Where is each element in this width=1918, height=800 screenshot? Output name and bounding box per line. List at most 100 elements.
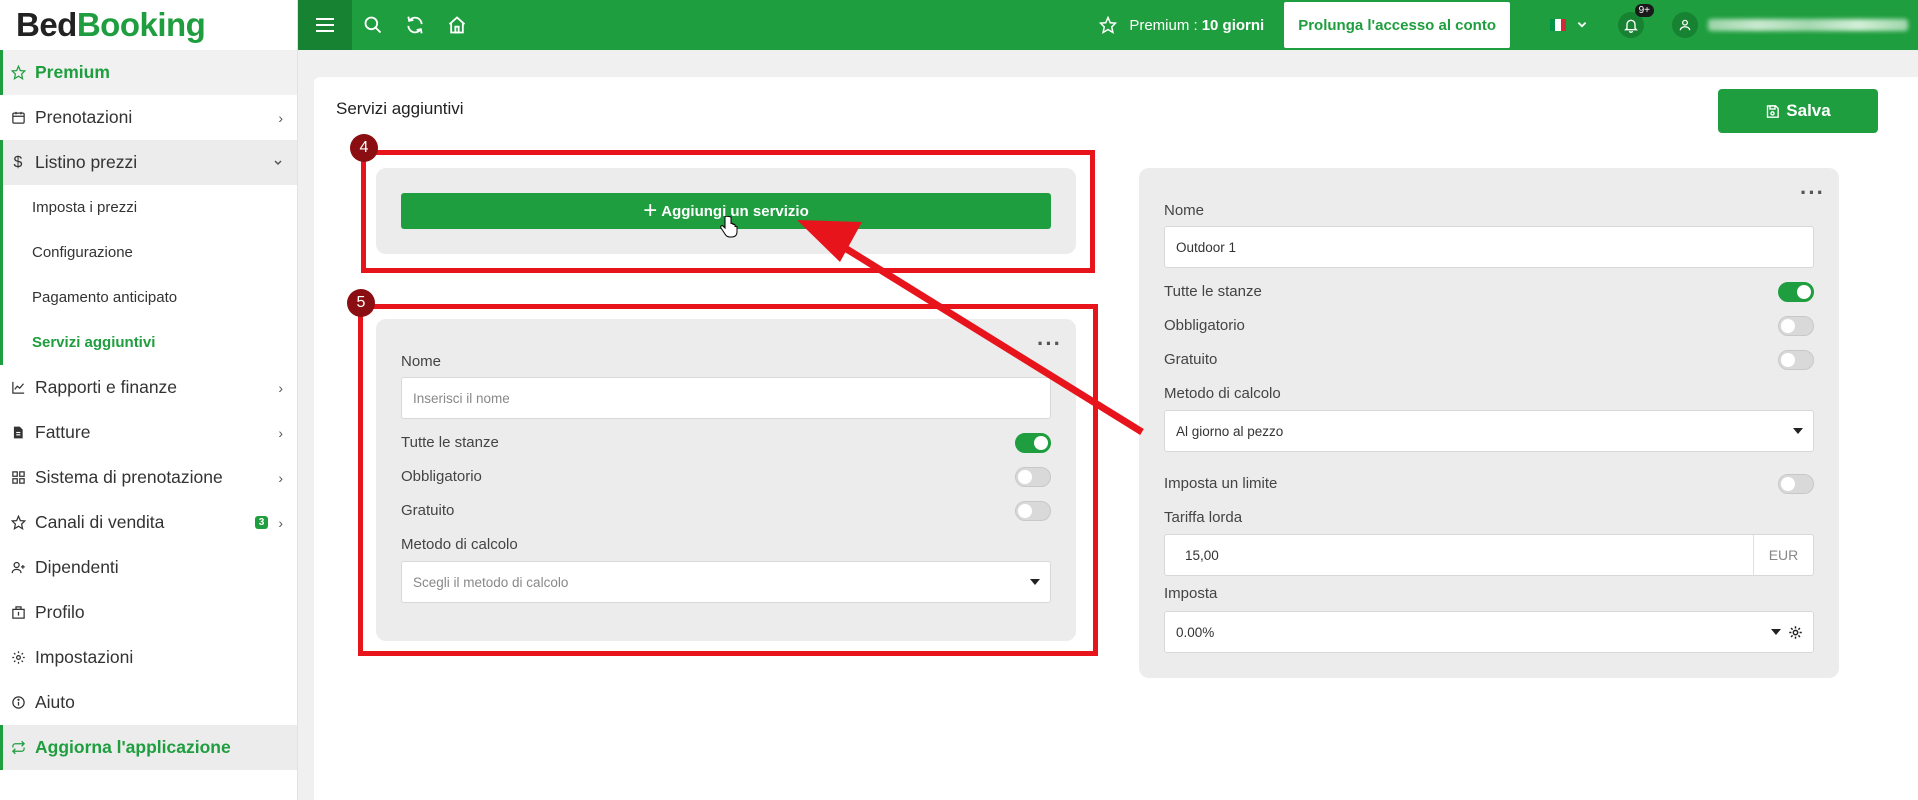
sidebar-item-canali-vendita[interactable]: Canali di vendita 3 ›: [0, 500, 297, 545]
mandatory-label: Obbligatorio: [1164, 317, 1245, 334]
sidebar-item-label: Fatture: [35, 422, 91, 442]
sidebar-item-dipendenti[interactable]: Dipendenti: [0, 545, 297, 590]
caret-down-icon: [1793, 428, 1803, 434]
annotation-badge-step-5: 5: [347, 289, 375, 317]
building-icon: [10, 605, 26, 621]
premium-label: Premium :: [1129, 16, 1198, 34]
language-selector[interactable]: [1550, 19, 1588, 31]
calc-method-select[interactable]: Al giorno al pezzo: [1164, 410, 1814, 452]
limit-label: Imposta un limite: [1164, 475, 1278, 492]
sidebar-item-label: Aggiorna l'applicazione: [35, 737, 231, 757]
notification-count-badge: 9+: [1634, 4, 1654, 17]
invoice-icon: [10, 425, 26, 441]
sidebar-item-label: Sistema di prenotazione: [35, 467, 223, 487]
limit-toggle[interactable]: [1778, 474, 1814, 494]
sidebar: Bed Booking Premium Prenotazioni › $ List…: [0, 0, 298, 800]
tax-value: 0.00%: [1176, 624, 1215, 640]
floppy-disk-icon: [1767, 104, 1780, 118]
sidebar-item-sistema-prenotazione[interactable]: Sistema di prenotazione ›: [0, 455, 297, 500]
chevron-down-icon: [273, 155, 283, 171]
hand-cursor-icon: [720, 216, 738, 238]
premium-status[interactable]: Premium : 10 giorni: [1099, 16, 1264, 34]
chevron-right-icon: ›: [278, 424, 283, 441]
calc-method-value: Al giorno al pezzo: [1176, 423, 1284, 439]
sidebar-item-label: Dipendenti: [35, 557, 119, 577]
refresh-icon[interactable]: [394, 0, 436, 50]
sidebar-item-listino-prezzi[interactable]: $ Listino prezzi: [0, 140, 297, 185]
gear-icon: [10, 650, 26, 666]
sidebar-item-label: Rapporti e finanze: [35, 377, 178, 397]
notifications-button[interactable]: 9+: [1618, 4, 1654, 38]
sidebar-item-aiuto[interactable]: Aiuto: [0, 680, 297, 725]
logo-text-bed: Bed: [16, 6, 77, 43]
count-badge: 3: [254, 516, 269, 529]
mandatory-toggle[interactable]: [1778, 316, 1814, 336]
sidebar-subitem-imposta-prezzi[interactable]: Imposta i prezzi: [3, 185, 297, 230]
sidebar-item-impostazioni[interactable]: Impostazioni: [0, 635, 297, 680]
refresh-icon: [10, 740, 26, 756]
sidebar-item-label: Profilo: [35, 602, 85, 622]
gear-icon[interactable]: [1788, 625, 1803, 640]
chevron-right-icon: ›: [278, 109, 283, 126]
currency-suffix: EUR: [1753, 535, 1813, 575]
sidebar-item-rapporti[interactable]: Rapporti e finanze ›: [0, 365, 297, 410]
sidebar-submenu-listino: Imposta i prezzi Configurazione Pagament…: [0, 185, 297, 365]
calc-method-label: Metodo di calcolo: [1164, 385, 1281, 402]
sidebar-item-premium[interactable]: Premium: [0, 50, 297, 95]
sidebar-item-label: Canali di vendita: [35, 512, 165, 532]
sidebar-item-aggiorna[interactable]: Aggiorna l'applicazione: [0, 725, 297, 770]
sidebar-item-fatture[interactable]: Fatture ›: [0, 410, 297, 455]
sidebar-item-prenotazioni[interactable]: Prenotazioni ›: [0, 95, 297, 140]
bell-icon: [1624, 19, 1638, 33]
user-plus-icon: [10, 560, 26, 576]
user-email-redacted: [1708, 19, 1908, 31]
name-input[interactable]: Outdoor 1: [1164, 226, 1814, 268]
star-icon: [10, 515, 26, 531]
chevron-down-icon: [1577, 21, 1587, 28]
grid-icon: [10, 470, 26, 486]
sidebar-item-profilo[interactable]: Profilo: [0, 590, 297, 635]
star-icon: [1099, 16, 1118, 34]
user-avatar-icon: [1672, 12, 1698, 38]
all-rooms-toggle[interactable]: [1778, 282, 1814, 302]
tax-label: Imposta: [1164, 585, 1218, 602]
name-label: Nome: [1164, 202, 1205, 219]
save-button-label: Salva: [1786, 101, 1831, 120]
gross-rate-value: 15,00: [1185, 547, 1219, 563]
extend-access-button[interactable]: Prolunga l'accesso al conto: [1284, 2, 1510, 48]
dollar-icon: $: [13, 153, 23, 171]
gross-rate-label: Tariffa lorda: [1164, 509, 1243, 526]
top-bar: Premium : 10 giorni Prolunga l'accesso a…: [298, 0, 1918, 50]
sidebar-subitem-configurazione[interactable]: Configurazione: [3, 230, 297, 275]
more-options-icon[interactable]: ···: [1800, 182, 1825, 204]
gross-rate-input[interactable]: 15,00 EUR: [1164, 534, 1814, 576]
italy-flag-icon: [1550, 19, 1566, 31]
premium-days: 10 giorni: [1201, 16, 1265, 34]
chart-icon: [10, 380, 26, 396]
sidebar-item-label: Listino prezzi: [35, 152, 138, 172]
sidebar-subitem-servizi-aggiuntivi[interactable]: Servizi aggiuntivi: [3, 320, 297, 365]
logo-text-booking: Booking: [76, 6, 206, 43]
sidebar-item-label: Aiuto: [35, 692, 75, 712]
app-logo[interactable]: Bed Booking: [0, 0, 297, 50]
annotation-box-step-5: [358, 304, 1098, 656]
sidebar-subitem-pagamento-anticipato[interactable]: Pagamento anticipato: [3, 275, 297, 320]
hamburger-menu-icon[interactable]: [298, 0, 352, 50]
search-icon[interactable]: [352, 0, 394, 50]
sidebar-item-label: Impostazioni: [35, 647, 134, 667]
home-icon[interactable]: [436, 0, 478, 50]
chevron-right-icon: ›: [278, 469, 283, 486]
all-rooms-label: Tutte le stanze: [1164, 283, 1262, 300]
tax-select[interactable]: 0.00%: [1164, 611, 1814, 653]
annotation-badge-step-4: 4: [350, 134, 378, 162]
sidebar-item-label: Premium: [35, 62, 110, 82]
page-title: Servizi aggiuntivi: [336, 99, 464, 118]
sidebar-item-label: Prenotazioni: [35, 107, 133, 127]
free-toggle[interactable]: [1778, 350, 1814, 370]
user-menu[interactable]: [1672, 12, 1908, 38]
free-label: Gratuito: [1164, 351, 1218, 368]
save-button[interactable]: Salva: [1718, 89, 1878, 133]
existing-service-card: ··· Nome Outdoor 1 Tutte le stanze Obbli…: [1139, 168, 1839, 678]
info-icon: [10, 695, 26, 711]
caret-down-icon: [1771, 629, 1781, 635]
